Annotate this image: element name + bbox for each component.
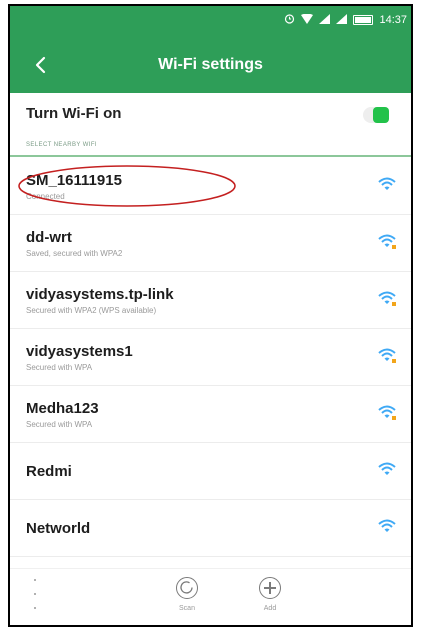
- network-item[interactable]: Redmi: [10, 443, 411, 500]
- wifi-icon: [378, 177, 396, 190]
- more-vertical-icon[interactable]: [32, 579, 38, 609]
- network-name: dd-wrt: [26, 229, 72, 246]
- network-name: Redmi: [26, 463, 72, 480]
- network-item[interactable]: SM_16111915 Connected: [10, 158, 411, 215]
- network-status: Secured with WPA: [26, 363, 93, 372]
- wifi-toggle-label: Turn Wi-Fi on: [26, 105, 122, 122]
- screenshot-frame: 14:37 Wi-Fi settings Turn Wi-Fi on SELEC…: [8, 4, 413, 627]
- network-item[interactable]: vidyasystems1 Secured with WPA: [10, 329, 411, 386]
- add-icon: [259, 577, 281, 599]
- status-time: 14:37: [379, 14, 407, 26]
- network-status: Secured with WPA2 (WPS available): [26, 306, 157, 315]
- network-status: Secured with WPA: [26, 420, 93, 429]
- section-label: SELECT NEARBY WIFI: [26, 142, 97, 148]
- wifi-lock-icon: [378, 291, 396, 306]
- section-divider: [10, 155, 411, 157]
- network-name: SM_16111915: [26, 172, 122, 189]
- wifi-toggle-row: Turn Wi-Fi on: [10, 93, 411, 137]
- network-status: Saved, secured with WPA2: [26, 249, 123, 258]
- wifi-lock-icon: [378, 405, 396, 420]
- cell-signal-icon: [336, 13, 348, 27]
- network-name: Medha123: [26, 400, 99, 417]
- battery-icon: [353, 15, 374, 25]
- scan-label: Scan: [179, 605, 195, 612]
- wifi-icon: [378, 519, 396, 532]
- wifi-icon: [378, 462, 396, 475]
- network-status: Connected: [26, 192, 65, 201]
- network-item[interactable]: Networld: [10, 500, 411, 557]
- network-list: SM_16111915 Connected dd-wrt Saved, secu…: [10, 158, 411, 557]
- network-item[interactable]: vidyasystems.tp-link Secured with WPA2 (…: [10, 272, 411, 329]
- app-header: 14:37 Wi-Fi settings: [10, 6, 411, 93]
- wifi-lock-icon: [378, 234, 396, 249]
- status-bar: 14:37: [284, 12, 407, 28]
- add-network-button[interactable]: Add: [250, 577, 290, 612]
- network-item[interactable]: Medha123 Secured with WPA: [10, 386, 411, 443]
- alarm-icon: [284, 13, 295, 27]
- wifi-signal-icon: [301, 13, 314, 27]
- scan-button[interactable]: Scan: [167, 577, 207, 612]
- bottom-action-bar: Scan Add: [10, 568, 411, 625]
- network-name: vidyasystems1: [26, 343, 133, 360]
- nav-bar: Wi-Fi settings: [10, 52, 411, 82]
- wifi-lock-icon: [378, 348, 396, 363]
- scan-icon: [176, 577, 198, 599]
- cell-signal-icon: [319, 13, 331, 27]
- network-name: Networld: [26, 520, 91, 537]
- network-item[interactable]: dd-wrt Saved, secured with WPA2: [10, 215, 411, 272]
- network-name: vidyasystems.tp-link: [26, 286, 174, 303]
- page-title: Wi-Fi settings: [158, 56, 263, 73]
- wifi-toggle-switch[interactable]: [363, 107, 389, 123]
- add-label: Add: [263, 605, 277, 612]
